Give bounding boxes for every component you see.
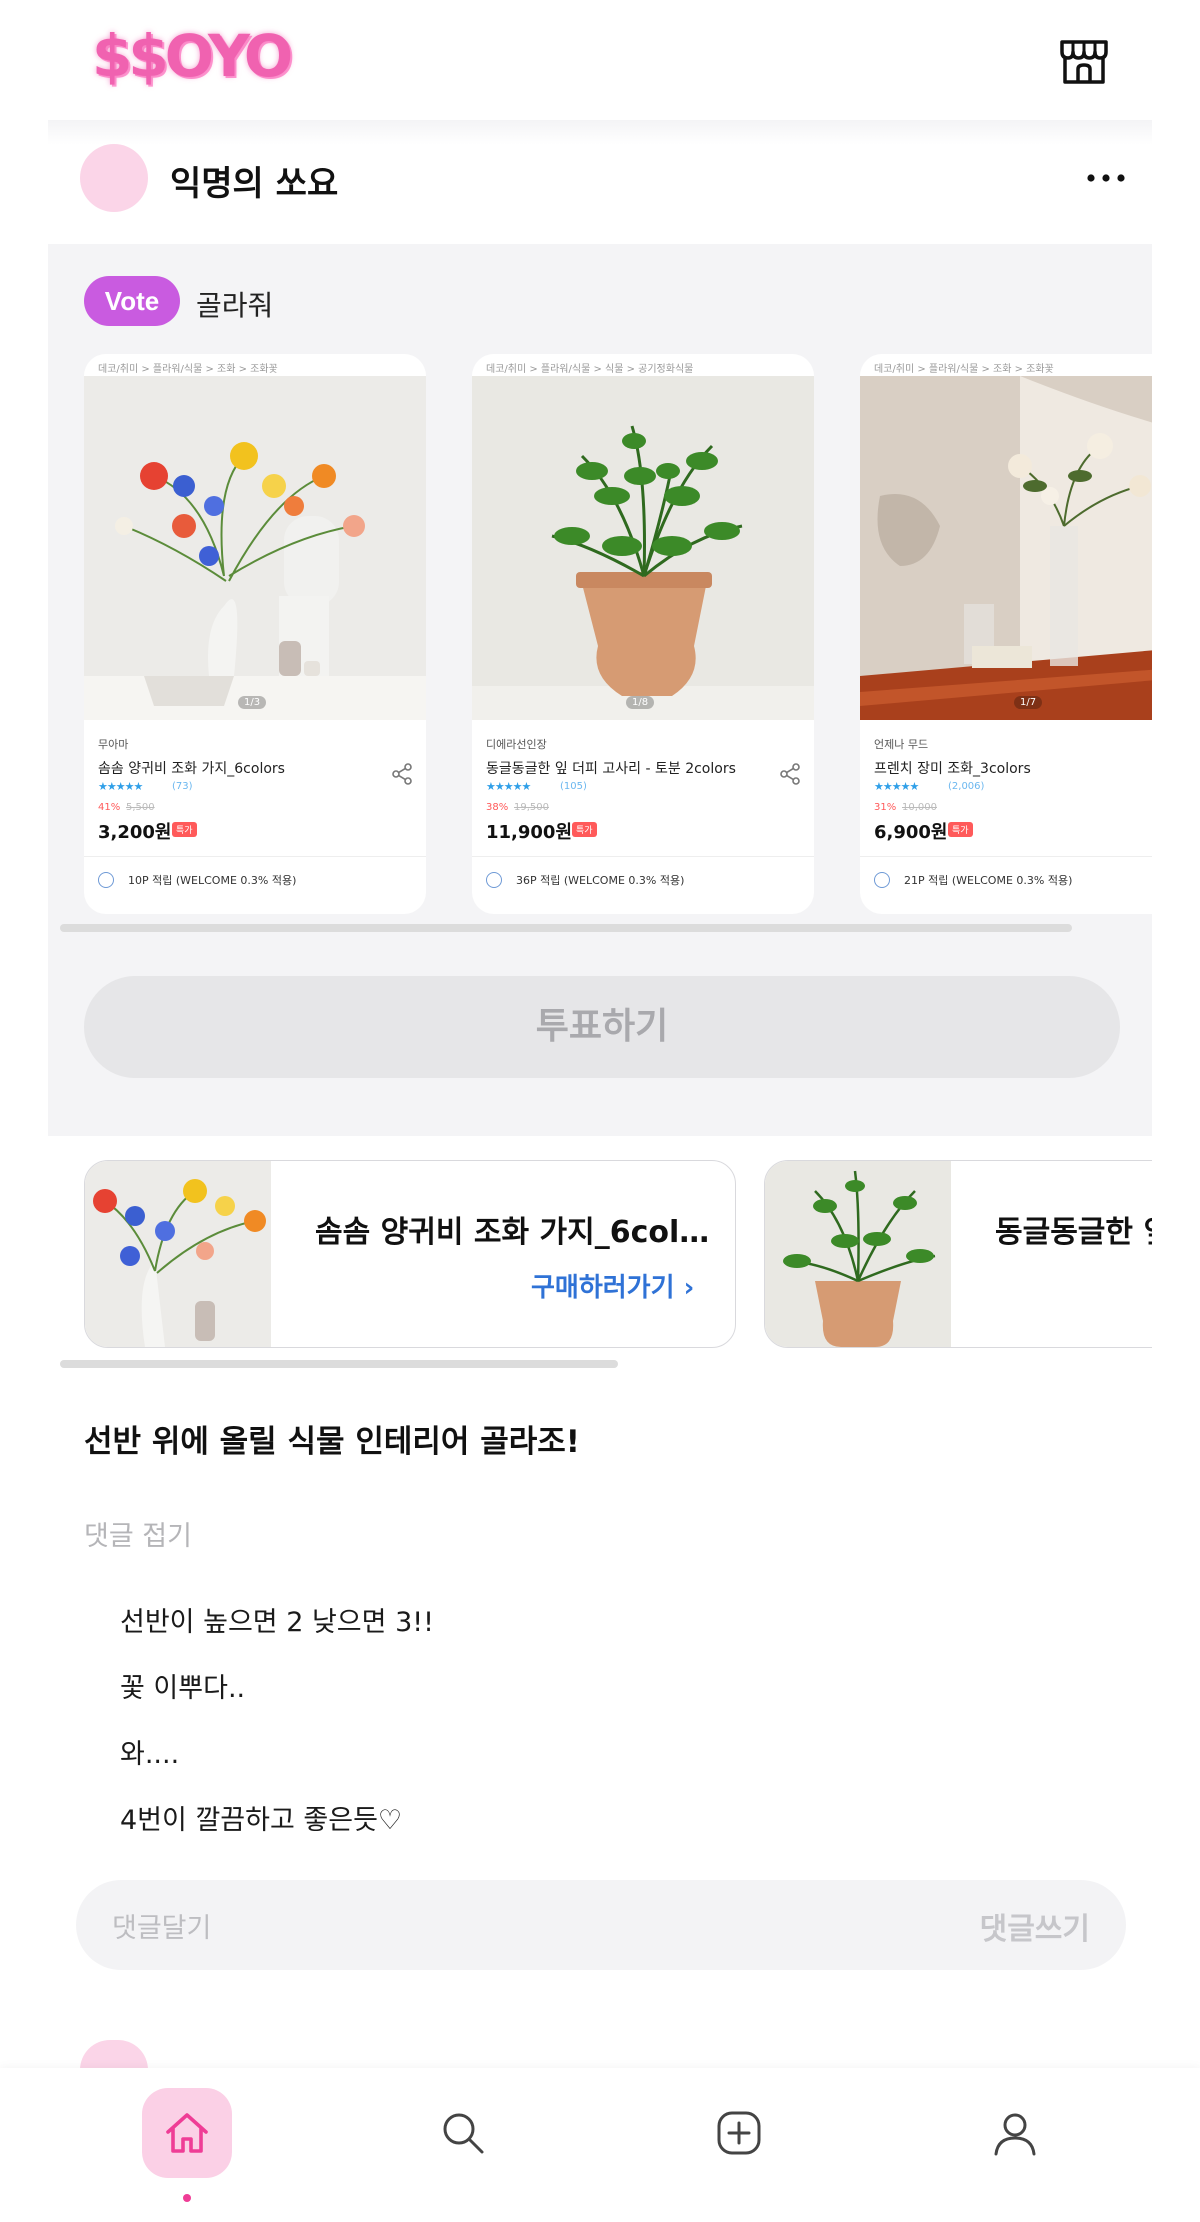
product-image-rose [860,376,1152,720]
product-name: 프렌치 장미 조화_3colors [874,761,1031,777]
divider [84,856,426,857]
app-logo[interactable]: $$OYO [92,22,293,90]
discount-rate: 38% [486,802,509,813]
comment: 와.... [120,1739,180,1770]
sale-price: 6,900원 [874,822,948,843]
share-icon[interactable] [778,762,802,786]
image-pager: 1/3 [238,696,267,709]
vote-option-card[interactable]: 데코/취미 > 플라워/식물 > 조화 > 조화꽃 1/3 무아마 솜솜 양귀비… [84,354,426,914]
buy-link[interactable]: 구매하러가기 › [531,1267,694,1304]
product-link-title: 솜솜 양귀비 조화 가지_6colors [315,1215,715,1250]
nav-search[interactable] [418,2088,508,2178]
more-options-icon[interactable] [1084,168,1128,188]
bottom-navigation [0,2068,1200,2222]
post-header: 익명의 쏘요 [48,120,1152,244]
comment-input-bar[interactable]: 댓글달기 댓글쓰기 [76,1880,1126,1970]
app-header: $$OYO [0,0,1200,120]
post-caption: 선반 위에 올릴 식물 인테리어 골라조! [84,1424,580,1460]
deal-tag: 특가 [172,822,197,837]
store-icon[interactable] [1056,32,1112,88]
comment: 4번이 깔끔하고 좋은듯♡ [120,1805,403,1836]
deal-tag: 특가 [572,822,597,837]
point-info: 36P 적립 (WELCOME 0.3% 적용) [516,874,685,887]
product-image-poppy [84,376,426,720]
profile-icon [994,2113,1036,2156]
active-indicator [183,2194,191,2202]
author-avatar[interactable] [80,144,148,212]
review-count: (2,006) [948,781,985,792]
vote-badge: Vote [84,276,180,326]
product-breadcrumb: 데코/취미 > 플라워/식물 > 조화 > 조화꽃 [874,364,1054,375]
product-brand: 언제나 무드 [874,738,929,751]
comment-input[interactable]: 댓글달기 [112,1906,211,1945]
original-price: 10,000 [902,802,937,813]
nav-home[interactable] [142,2088,232,2202]
vote-option-card[interactable]: 데코/취미 > 플라워/식물 > 조화 > 조화꽃 1/7 언제나 무드 프렌치… [860,354,1152,914]
point-icon [486,872,502,888]
search-icon [443,2113,484,2154]
image-pager: 1/7 [1014,696,1043,709]
vote-section: Vote 골라줘 데코/취미 > 플라워/식물 > 조화 > 조화꽃 1/3 무… [48,244,1152,1136]
share-icon[interactable] [390,762,414,786]
image-pager: 1/8 [626,696,655,709]
product-thumbnail [765,1161,951,1347]
home-icon [166,2113,208,2153]
product-breadcrumb: 데코/취미 > 플라워/식물 > 식물 > 공기정화식물 [486,364,694,375]
point-info: 10P 적립 (WELCOME 0.3% 적용) [128,874,297,887]
original-price: 19,500 [514,802,549,813]
product-name: 솜솜 양귀비 조화 가지_6colors [98,761,285,777]
comment: 꽃 이뿌다.. [120,1673,246,1704]
links-scrollbar[interactable] [60,1360,618,1368]
carousel-scrollbar[interactable] [60,924,1072,932]
nav-profile[interactable] [970,2088,1060,2178]
product-link-card[interactable]: 솜솜 양귀비 조화 가지_6colors 구매하러가기 › [84,1160,736,1348]
point-icon [874,872,890,888]
review-count: (73) [172,781,193,792]
divider [472,856,814,857]
rating-stars: ★★★★★ [486,780,531,793]
product-thumbnail [85,1161,271,1347]
divider [860,856,1152,857]
comment: 선반이 높으면 2 낮으면 3!! [120,1607,434,1638]
sale-price: 11,900원 [486,822,573,843]
sale-price: 3,200원 [98,822,172,843]
product-brand: 무아마 [98,738,129,751]
add-icon [717,2111,761,2155]
rating-stars: ★★★★★ [874,780,919,793]
review-count: (105) [560,781,587,792]
vote-options-carousel[interactable]: 데코/취미 > 플라워/식물 > 조화 > 조화꽃 1/3 무아마 솜솜 양귀비… [84,354,1152,914]
product-name: 동글동글한 잎 더피 고사리 - 토분 2colors [486,761,736,777]
rating-stars: ★★★★★ [98,780,143,793]
discount-rate: 41% [98,802,121,813]
original-price: 5,500 [126,802,155,813]
product-brand: 디에라선인장 [486,738,547,751]
feed-post: 익명의 쏘요 Vote 골라줘 데코/취미 > 플라워/식물 > 조화 > 조화… [48,120,1152,2070]
product-image-fern [472,376,814,720]
discount-rate: 31% [874,802,897,813]
point-info: 21P 적립 (WELCOME 0.3% 적용) [904,874,1073,887]
vote-option-card[interactable]: 데코/취미 > 플라워/식물 > 식물 > 공기정화식물 1/8 디에라선인장 … [472,354,814,914]
vote-button[interactable]: 투표하기 [84,976,1120,1078]
fold-comments-button[interactable]: 댓글 접기 [84,1514,192,1553]
vote-question: 골라줘 [196,289,274,322]
nav-add[interactable] [694,2088,784,2178]
product-link-card[interactable]: 동글동글한 잎 [764,1160,1152,1348]
author-name[interactable]: 익명의 쏘요 [170,156,338,205]
comment-submit-button[interactable]: 댓글쓰기 [980,1904,1090,1948]
deal-tag: 특가 [948,822,973,837]
point-icon [98,872,114,888]
product-links-carousel[interactable]: 솜솜 양귀비 조화 가지_6colors 구매하러가기 › 동글동글한 잎 [84,1160,1152,1350]
product-link-title: 동글동글한 잎 [995,1215,1152,1250]
product-breadcrumb: 데코/취미 > 플라워/식물 > 조화 > 조화꽃 [98,364,278,375]
